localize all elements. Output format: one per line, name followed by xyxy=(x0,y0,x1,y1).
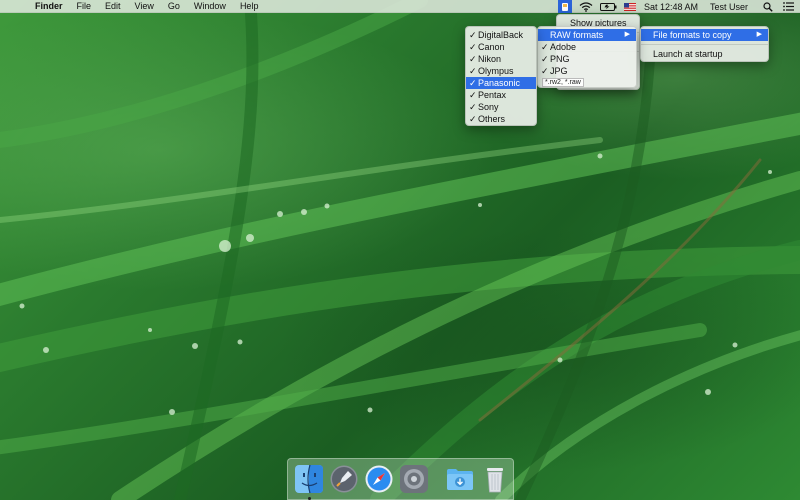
menu-item-label: File formats to copy xyxy=(653,30,732,40)
menu-item-file-formats[interactable]: File formats to copy ▶ xyxy=(641,29,768,41)
file-formats-menu-column: File formats to copy ▶ Launch at startup xyxy=(640,26,769,62)
menu-item-jpg[interactable]: ✓ JPG xyxy=(538,65,636,77)
sd-card-icon xyxy=(561,2,568,11)
checkmark-icon: ✓ xyxy=(469,42,477,52)
menu-item-pentax[interactable]: ✓ Pentax xyxy=(466,89,536,101)
battery-icon[interactable] xyxy=(600,0,618,13)
us-flag-icon[interactable] xyxy=(623,2,636,11)
menu-item-label: Canon xyxy=(478,42,505,52)
extensions-tooltip: *.rw2, *.raw xyxy=(538,77,636,88)
launchpad-icon[interactable] xyxy=(329,464,359,494)
checkmark-icon: ✓ xyxy=(469,54,477,64)
menu-item-raw-formats[interactable]: RAW formats ▶ xyxy=(538,29,636,41)
menu-separator xyxy=(641,44,768,45)
menu-item-launch-at-startup[interactable]: Launch at startup xyxy=(641,48,768,60)
finder-icon[interactable] xyxy=(294,464,324,500)
checkmark-icon: ✓ xyxy=(469,78,477,88)
menu-edit[interactable]: Edit xyxy=(98,1,128,11)
checkmark-icon: ✓ xyxy=(541,42,549,52)
menu-go[interactable]: Go xyxy=(161,1,187,11)
menu-item-adobe[interactable]: ✓ Adobe xyxy=(538,41,636,53)
fast-user-switching-name[interactable]: Test User xyxy=(710,0,748,13)
checkmark-icon: ✓ xyxy=(469,114,477,124)
menu-item-panasonic[interactable]: ✓ Panasonic xyxy=(466,77,536,89)
notification-center-icon[interactable] xyxy=(782,0,794,13)
system-preferences-icon[interactable] xyxy=(399,464,429,494)
menu-item-label: Pentax xyxy=(478,90,507,100)
downloads-folder-icon[interactable] xyxy=(445,464,475,494)
raw-formats-submenu: ✓ DigitalBack ✓ Canon ✓ Nikon ✓ Olympus … xyxy=(465,26,537,126)
menu-item-digitalback[interactable]: ✓ DigitalBack xyxy=(466,29,536,41)
menu-item-label: Panasonic xyxy=(478,78,521,88)
menu-item-nikon[interactable]: ✓ Nikon xyxy=(466,53,536,65)
submenu-arrow-icon: ▶ xyxy=(756,31,762,38)
trash-icon[interactable] xyxy=(480,464,510,494)
menu-file[interactable]: File xyxy=(70,1,99,11)
file-formats-submenu: RAW formats ▶ ✓ Adobe ✓ PNG ✓ JPG *.rw2,… xyxy=(537,26,637,88)
menu-bar: Finder File Edit View Go Window Help Sat… xyxy=(0,0,800,13)
grass-blades xyxy=(0,0,800,500)
checkmark-icon: ✓ xyxy=(469,102,477,112)
menu-item-label: PNG xyxy=(550,54,570,64)
checkmark-icon: ✓ xyxy=(469,30,477,40)
menu-item-olympus[interactable]: ✓ Olympus xyxy=(466,65,536,77)
menu-item-label: RAW formats xyxy=(550,30,604,40)
checkmark-icon: ✓ xyxy=(541,54,549,64)
checkmark-icon: ✓ xyxy=(541,66,549,76)
menu-item-label: JPG xyxy=(550,66,568,76)
spotlight-icon[interactable] xyxy=(762,0,774,13)
desktop-wallpaper xyxy=(0,0,800,500)
wifi-icon[interactable] xyxy=(578,0,594,13)
menu-item-canon[interactable]: ✓ Canon xyxy=(466,41,536,53)
menu-item-label: Adobe xyxy=(550,42,577,52)
menu-item-label: Nikon xyxy=(478,54,502,64)
menu-item-label: Others xyxy=(478,114,506,124)
menu-view[interactable]: View xyxy=(128,1,161,11)
menu-window[interactable]: Window xyxy=(187,1,233,11)
menu-item-others[interactable]: ✓ Others xyxy=(466,113,536,125)
menu-item-label: DigitalBack xyxy=(478,30,524,40)
menu-item-label: Sony xyxy=(478,102,499,112)
app-menu-finder[interactable]: Finder xyxy=(28,1,70,11)
menu-help[interactable]: Help xyxy=(233,1,266,11)
menu-item-png[interactable]: ✓ PNG xyxy=(538,53,636,65)
dock xyxy=(287,458,514,500)
safari-icon[interactable] xyxy=(364,464,394,494)
checkmark-icon: ✓ xyxy=(469,66,477,76)
menu-item-sony[interactable]: ✓ Sony xyxy=(466,101,536,113)
submenu-arrow-icon: ▶ xyxy=(624,31,630,38)
checkmark-icon: ✓ xyxy=(469,90,477,100)
extensions-text: *.rw2, *.raw xyxy=(542,78,584,87)
photo-importer-status-icon[interactable] xyxy=(557,0,572,13)
menu-bar-clock[interactable]: Sat 12:48 AM xyxy=(644,0,698,13)
menu-item-label: Olympus xyxy=(478,66,514,76)
